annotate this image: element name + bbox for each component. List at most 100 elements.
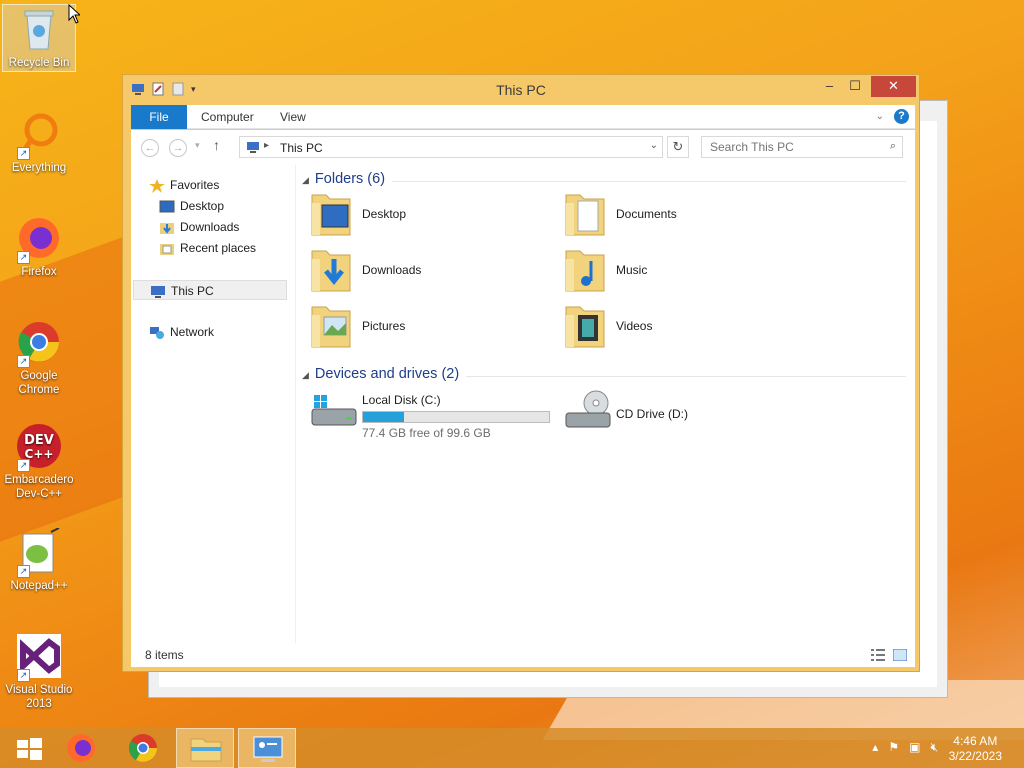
nav-item-favorites[interactable]: Favorites bbox=[149, 175, 305, 195]
explorer-window[interactable]: ▾ This PC – ☐ ✕ File Computer View ⌄ ? ←… bbox=[122, 74, 920, 672]
nav-item-label: Network bbox=[170, 325, 215, 339]
taskbar-control-panel[interactable] bbox=[238, 728, 296, 768]
clock[interactable]: 4:46 AM 3/22/2023 bbox=[949, 734, 1002, 764]
shortcut-arrow-icon: ↗ bbox=[17, 251, 30, 264]
group-header-devices[interactable]: ◢ Devices and drives (2) bbox=[302, 366, 459, 382]
folder-videos[interactable]: Videos bbox=[564, 301, 814, 353]
chrome-icon bbox=[129, 734, 157, 762]
group-header-folders[interactable]: ◢ Folders (6) bbox=[302, 171, 385, 187]
folder-label: Downloads bbox=[362, 263, 422, 277]
desktop-icon-chrome[interactable]: ↗ Google Chrome bbox=[2, 318, 76, 397]
divider bbox=[466, 376, 906, 377]
desktop-icon-recycle-bin[interactable]: Recycle Bin bbox=[2, 4, 76, 72]
tab-view[interactable]: View bbox=[266, 105, 320, 129]
recycle-bin-icon bbox=[15, 5, 63, 53]
taskbar-chrome[interactable] bbox=[114, 728, 172, 768]
folder-music[interactable]: Music bbox=[564, 245, 814, 297]
control-panel-icon bbox=[253, 736, 283, 762]
taskbar-firefox[interactable] bbox=[52, 728, 110, 768]
tab-file[interactable]: File bbox=[131, 105, 187, 129]
back-button[interactable]: ← bbox=[141, 139, 159, 157]
forward-button[interactable]: → bbox=[169, 139, 187, 157]
desktop-folder-icon bbox=[310, 189, 354, 239]
expand-ribbon-icon[interactable]: ⌄ bbox=[876, 111, 884, 122]
drive-name: Local Disk (C:) bbox=[362, 393, 441, 407]
main-pane: ◢ Folders (6) Desktop Documents Downloads… bbox=[295, 165, 915, 653]
volume-muted-icon[interactable]: 🔇︎ bbox=[930, 740, 938, 755]
documents-folder-icon bbox=[564, 189, 608, 239]
collapse-icon[interactable]: ◢ bbox=[302, 175, 309, 185]
drive-name: CD Drive (D:) bbox=[616, 407, 688, 421]
firefox-icon bbox=[67, 734, 95, 762]
svg-text:DEV: DEV bbox=[24, 433, 54, 448]
search-icon[interactable]: ⌕ bbox=[890, 140, 896, 153]
window-title: This PC bbox=[496, 82, 546, 98]
drive-local-disk-c[interactable]: Local Disk (C:) 77.4 GB free of 99.6 GB bbox=[310, 387, 560, 441]
action-center-flag-icon[interactable]: ⚑ bbox=[888, 740, 899, 755]
folder-label: Desktop bbox=[362, 207, 407, 221]
chrome-icon: ↗ bbox=[15, 318, 63, 368]
drive-cd-d[interactable]: CD Drive (D:) bbox=[564, 387, 764, 441]
status-bar: 8 items bbox=[131, 643, 915, 667]
chevron-down-icon[interactable]: ⌄ bbox=[650, 140, 658, 151]
nav-item-network[interactable]: Network bbox=[149, 322, 305, 342]
visual-studio-icon: ↗ bbox=[15, 632, 63, 682]
refresh-button[interactable]: ↻ bbox=[667, 136, 689, 158]
shortcut-arrow-icon: ↗ bbox=[17, 669, 30, 682]
folder-label: Music bbox=[616, 263, 648, 277]
videos-folder-icon bbox=[564, 301, 608, 351]
up-button[interactable]: ↑ bbox=[213, 137, 220, 153]
desktop-icon-firefox[interactable]: ↗ Firefox bbox=[2, 214, 76, 279]
recent-locations-icon[interactable]: ▾ bbox=[195, 140, 200, 151]
search-box[interactable]: ⌕ bbox=[701, 136, 903, 158]
file-explorer-icon bbox=[190, 738, 222, 762]
clock-date: 3/22/2023 bbox=[948, 749, 1002, 763]
tab-computer[interactable]: Computer bbox=[187, 105, 268, 129]
computer-icon bbox=[150, 285, 166, 299]
desktop-icon-devcpp[interactable]: DEV C++ ↗ Embarcadero Dev-C++ bbox=[2, 422, 76, 501]
start-button[interactable] bbox=[0, 728, 58, 768]
everything-icon: ↗ bbox=[15, 110, 63, 160]
nav-item-recent-places[interactable]: Recent places bbox=[159, 238, 315, 258]
drive-usage-bar bbox=[362, 411, 550, 423]
music-folder-icon bbox=[564, 245, 608, 295]
search-input[interactable] bbox=[710, 140, 870, 154]
desktop-icon-label: Recycle Bin bbox=[8, 57, 70, 69]
desktop-icon-label: Google Chrome bbox=[18, 370, 60, 396]
nav-item-this-pc[interactable]: This PC bbox=[133, 280, 287, 300]
nav-item-downloads[interactable]: Downloads bbox=[159, 217, 315, 237]
desktop-icon-everything[interactable]: ↗ Everything bbox=[2, 110, 76, 175]
folder-documents[interactable]: Documents bbox=[564, 189, 814, 241]
address-bar[interactable]: ▸ This PC ⌄ bbox=[239, 136, 663, 158]
navigation-bar: ← → ▾ ↑ ▸ This PC ⌄ ↻ ⌕ bbox=[131, 130, 915, 165]
collapse-icon[interactable]: ◢ bbox=[302, 370, 309, 380]
group-header-label: Folders (6) bbox=[314, 171, 386, 187]
computer-icon bbox=[246, 140, 260, 157]
drive-free-space: 77.4 GB free of 99.6 GB bbox=[362, 426, 491, 440]
nav-item-label: Favorites bbox=[170, 178, 220, 192]
help-icon[interactable]: ? bbox=[894, 109, 909, 124]
folder-desktop[interactable]: Desktop bbox=[310, 189, 560, 241]
breadcrumb-chevron-icon[interactable]: ▸ bbox=[264, 140, 269, 151]
firefox-icon: ↗ bbox=[15, 214, 63, 264]
folder-downloads[interactable]: Downloads bbox=[310, 245, 560, 297]
item-count: 8 items bbox=[145, 648, 184, 662]
windows-logo-icon bbox=[17, 738, 42, 760]
system-tray: ▴ ⚑ ▣ 🔇︎ bbox=[872, 740, 938, 755]
shortcut-arrow-icon: ↗ bbox=[17, 565, 30, 578]
taskbar-file-explorer[interactable] bbox=[176, 728, 234, 768]
desktop-icon-visual-studio[interactable]: ↗ Visual Studio 2013 bbox=[2, 632, 76, 711]
large-icons-view-icon[interactable] bbox=[892, 648, 908, 664]
folder-label: Videos bbox=[616, 319, 653, 333]
network-icon[interactable]: ▣ bbox=[909, 740, 920, 755]
title-bar[interactable]: ▾ This PC – ☐ ✕ bbox=[123, 75, 919, 105]
show-hidden-icons-icon[interactable]: ▴ bbox=[872, 740, 878, 755]
close-button[interactable]: ✕ bbox=[871, 76, 916, 97]
nav-item-desktop[interactable]: Desktop bbox=[159, 196, 315, 216]
desktop-icon-notepadpp[interactable]: ↗ Notepad++ bbox=[2, 527, 76, 593]
folder-pictures[interactable]: Pictures bbox=[310, 301, 560, 353]
details-view-icon[interactable] bbox=[871, 649, 885, 664]
downloads-folder-icon bbox=[310, 245, 354, 295]
breadcrumb[interactable]: This PC bbox=[280, 141, 323, 155]
hard-drive-icon bbox=[310, 391, 357, 441]
